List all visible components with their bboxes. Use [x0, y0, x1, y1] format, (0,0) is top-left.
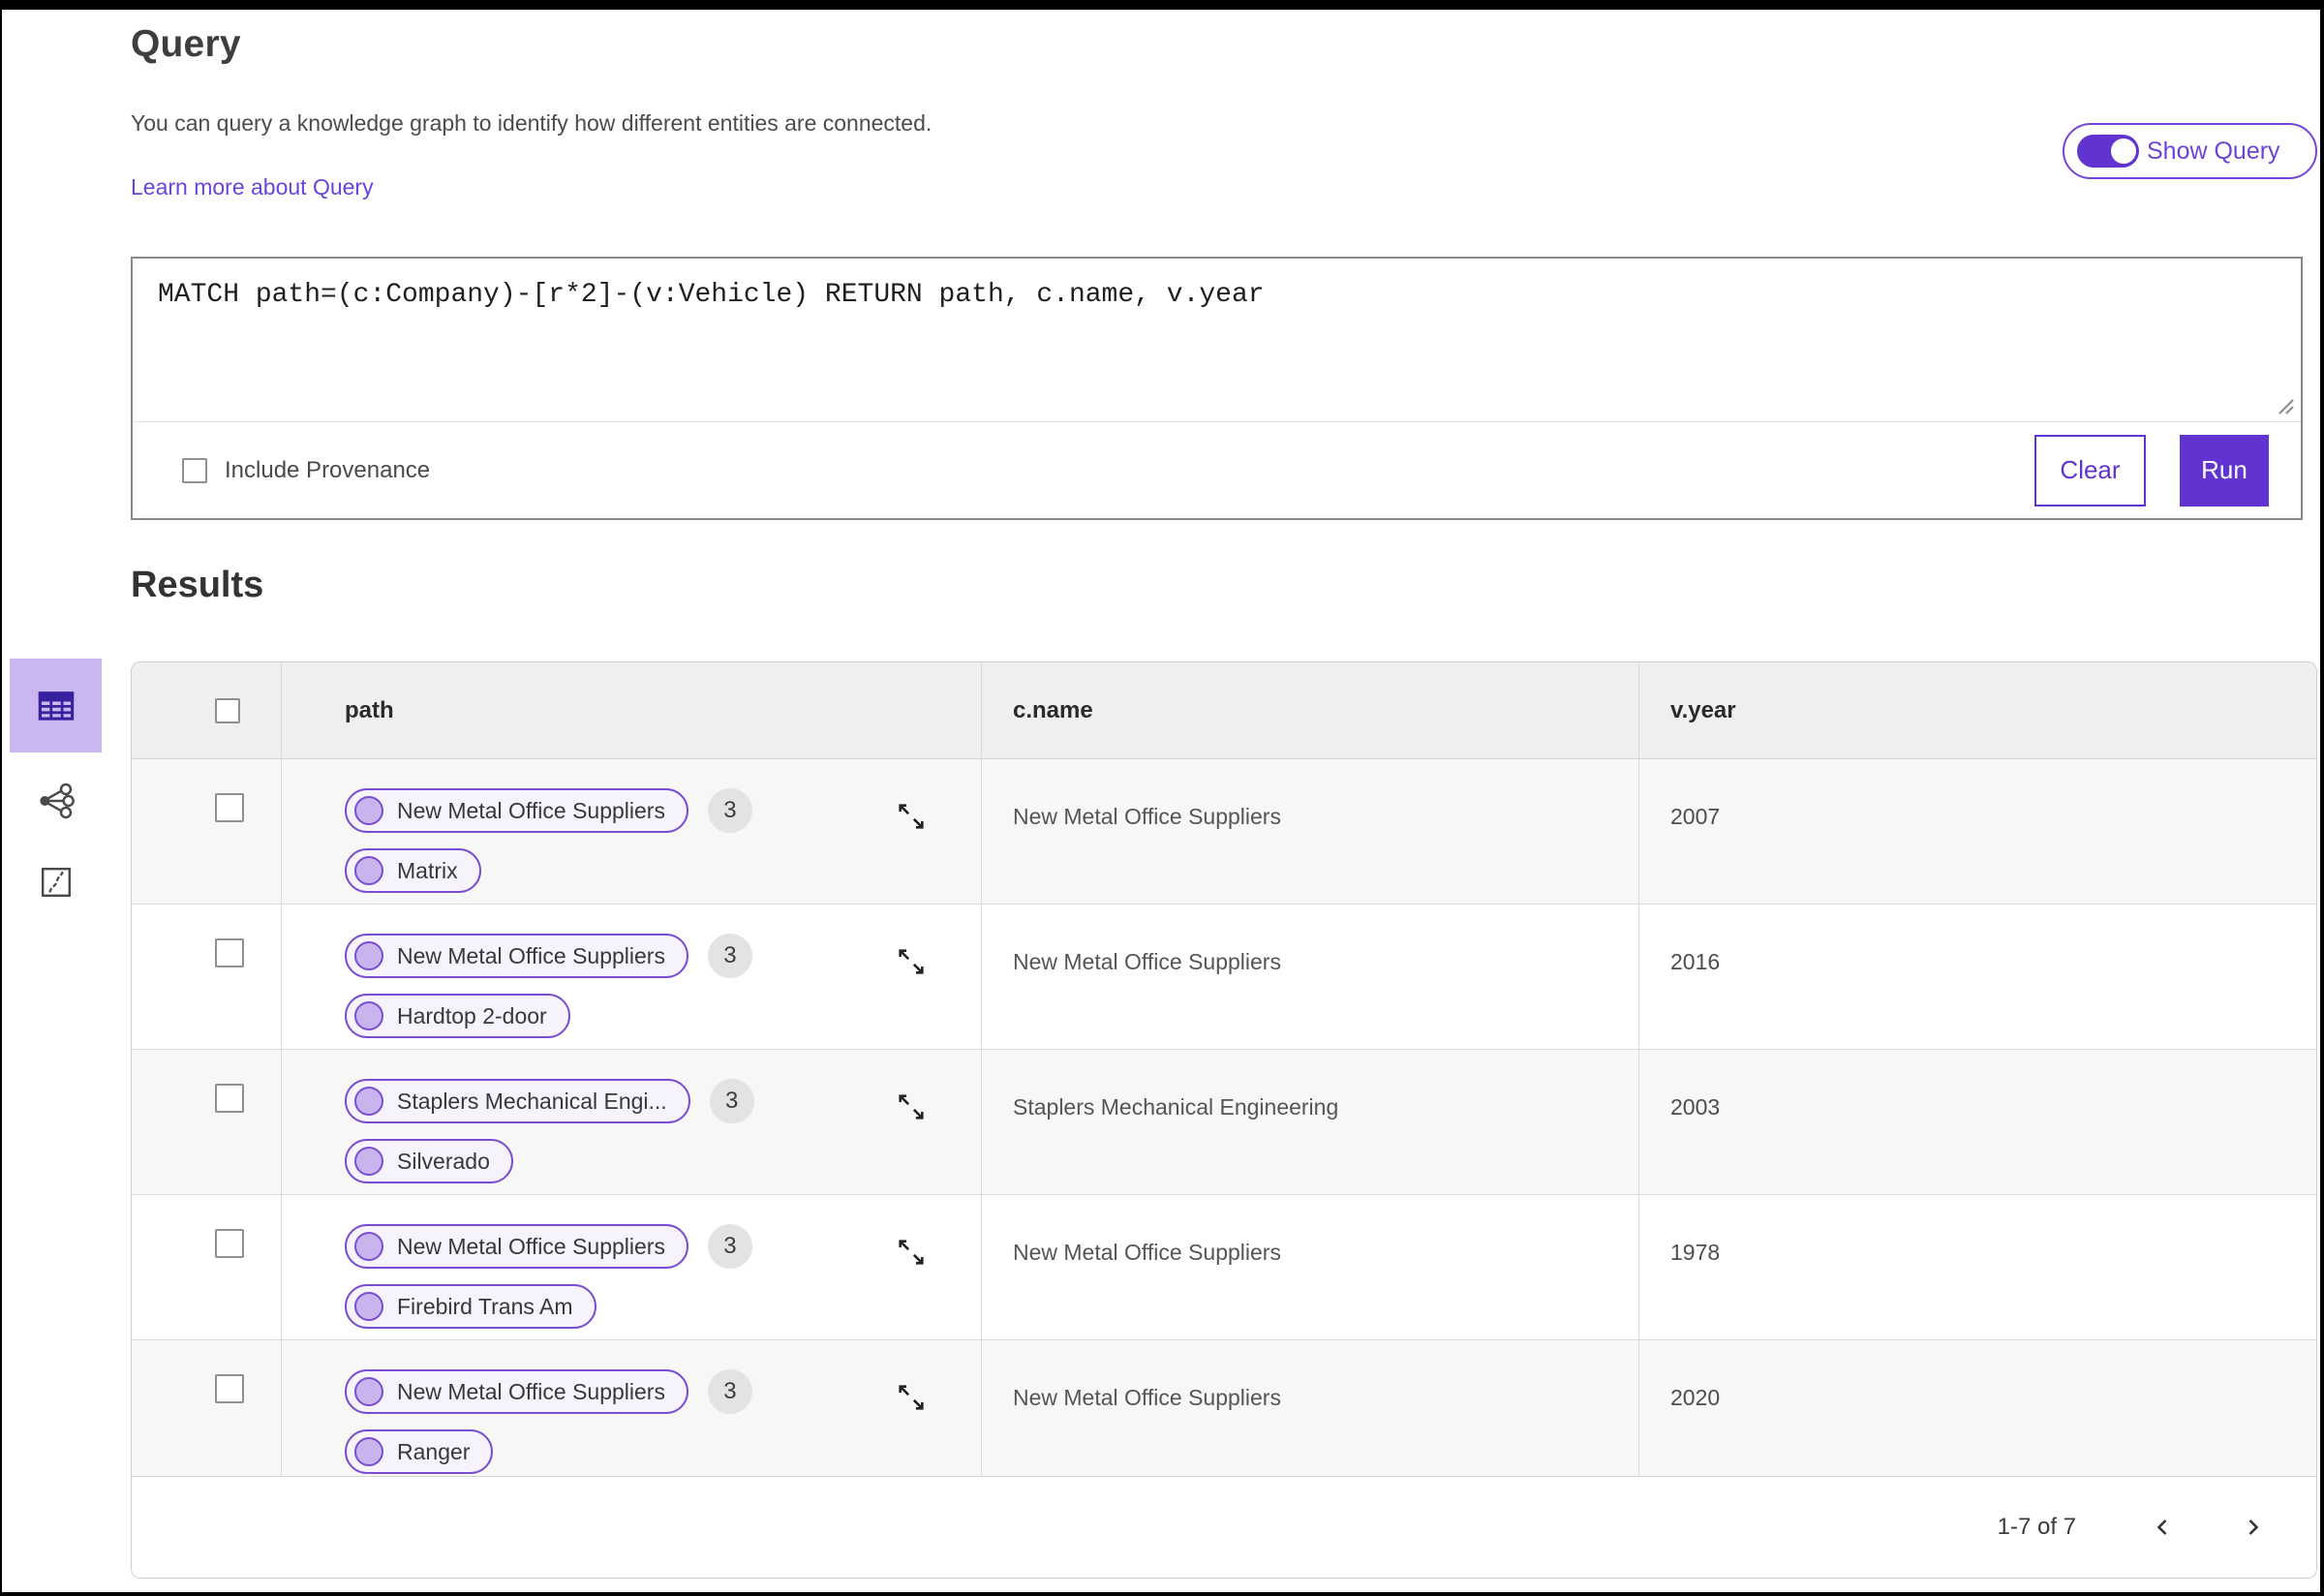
relationship-count-badge: 3: [707, 934, 752, 978]
path-node-label: New Metal Office Suppliers: [397, 942, 665, 968]
node-dot-icon: [354, 1437, 383, 1466]
table-row: New Metal Office Suppliers 3 Firebird Tr…: [132, 1195, 2316, 1340]
path-node-pill[interactable]: New Metal Office Suppliers: [345, 934, 688, 978]
toggle-on-icon[interactable]: [2077, 135, 2139, 168]
query-editor-footer: Include Provenance Clear Run: [133, 421, 2301, 518]
table-icon: [38, 691, 74, 721]
page-title: Query: [131, 23, 241, 65]
table-row: New Metal Office Suppliers 3 Hardtop 2-d…: [132, 905, 2316, 1050]
graph-icon: [39, 783, 75, 819]
path-node-pill[interactable]: Matrix: [345, 848, 481, 893]
graph-view-button[interactable]: [10, 778, 102, 824]
results-title: Results: [131, 565, 264, 605]
path-node-label: Silverado: [397, 1148, 490, 1174]
path-node-pill[interactable]: Firebird Trans Am: [345, 1284, 596, 1329]
path-node-label: New Metal Office Suppliers: [397, 1378, 665, 1404]
results-table: path c.name v.year New Metal Office Supp…: [131, 661, 2317, 1579]
expand-icon[interactable]: [895, 1236, 928, 1269]
vyear-cell: 2003: [1670, 1094, 1721, 1120]
resize-handle-icon[interactable]: [2270, 390, 2297, 417]
column-header-cname[interactable]: c.name: [982, 662, 1639, 758]
node-dot-icon: [354, 941, 383, 970]
include-provenance-label: Include Provenance: [225, 456, 431, 483]
chevron-left-icon: [2156, 1519, 2167, 1535]
table-body: New Metal Office Suppliers 3 Matrix New …: [132, 759, 2316, 1476]
path-node-pill[interactable]: New Metal Office Suppliers: [345, 1224, 688, 1269]
row-checkbox[interactable]: [215, 938, 244, 967]
path-node-label: Matrix: [397, 857, 458, 883]
sketch-view-button[interactable]: [10, 859, 102, 905]
node-dot-icon: [354, 1292, 383, 1321]
chevron-right-icon: [2248, 1519, 2259, 1535]
node-dot-icon: [354, 1232, 383, 1261]
row-checkbox[interactable]: [215, 793, 244, 822]
path-node-label: Hardtop 2-door: [397, 1002, 547, 1028]
page-description: You can query a knowledge graph to ident…: [131, 110, 933, 136]
previous-page-button[interactable]: [2146, 1510, 2181, 1545]
table-row: New Metal Office Suppliers 3 Ranger New …: [132, 1340, 2316, 1476]
include-provenance-option[interactable]: Include Provenance: [182, 457, 430, 484]
expand-icon[interactable]: [895, 1090, 928, 1123]
relationship-count-badge: 3: [709, 1079, 754, 1123]
path-node-label: Staplers Mechanical Engi...: [397, 1088, 667, 1114]
vyear-cell: 2007: [1670, 804, 1721, 829]
cname-cell: New Metal Office Suppliers: [982, 1195, 1639, 1339]
node-dot-icon: [354, 1087, 383, 1116]
cname-cell: New Metal Office Suppliers: [982, 759, 1639, 904]
table-row: Staplers Mechanical Engi... 3 Silverado …: [132, 1050, 2316, 1195]
next-page-button[interactable]: [2235, 1510, 2270, 1545]
node-dot-icon: [354, 856, 383, 885]
cname-cell: New Metal Office Suppliers: [982, 1340, 1639, 1476]
expand-icon[interactable]: [895, 1381, 928, 1414]
table-view-button[interactable]: [10, 659, 102, 752]
expand-icon[interactable]: [895, 800, 928, 833]
node-dot-icon: [354, 1377, 383, 1406]
node-dot-icon: [354, 1147, 383, 1176]
cname-cell: New Metal Office Suppliers: [982, 905, 1639, 1049]
table-header-row: path c.name v.year: [132, 662, 2316, 759]
path-node-pill[interactable]: New Metal Office Suppliers: [345, 788, 688, 833]
learn-more-link[interactable]: Learn more about Query: [131, 174, 374, 200]
path-node-label: Firebird Trans Am: [397, 1293, 573, 1319]
show-query-toggle[interactable]: Show Query: [2063, 123, 2317, 179]
column-header-path[interactable]: path: [282, 662, 982, 758]
relationship-count-badge: 3: [707, 1224, 752, 1269]
query-input[interactable]: MATCH path=(c:Company)-[r*2]-(v:Vehicle)…: [133, 259, 2301, 421]
table-footer: 1-7 of 7: [132, 1476, 2316, 1578]
relationship-count-badge: 3: [707, 1369, 752, 1414]
show-query-label: Show Query: [2147, 137, 2280, 165]
node-dot-icon: [354, 1001, 383, 1030]
path-node-pill[interactable]: Ranger: [345, 1429, 494, 1474]
row-checkbox[interactable]: [215, 1229, 244, 1258]
path-node-label: Ranger: [397, 1438, 471, 1464]
path-node-pill[interactable]: Staplers Mechanical Engi...: [345, 1079, 690, 1123]
row-checkbox[interactable]: [215, 1374, 244, 1403]
pagination-range: 1-7 of 7: [1997, 1514, 2076, 1540]
path-node-label: New Metal Office Suppliers: [397, 797, 665, 823]
table-row: New Metal Office Suppliers 3 Matrix New …: [132, 759, 2316, 905]
include-provenance-checkbox[interactable]: [182, 457, 207, 483]
toggle-knob: [2109, 137, 2138, 166]
select-all-checkbox[interactable]: [215, 697, 240, 723]
path-node-pill[interactable]: New Metal Office Suppliers: [345, 1369, 688, 1414]
path-node-label: New Metal Office Suppliers: [397, 1233, 665, 1259]
column-header-vyear[interactable]: v.year: [1639, 662, 2316, 758]
relationship-count-badge: 3: [707, 788, 752, 833]
sketch-icon: [41, 867, 71, 897]
results-view-switcher: [10, 659, 102, 905]
path-node-pill[interactable]: Silverado: [345, 1139, 513, 1183]
path-node-pill[interactable]: Hardtop 2-door: [345, 994, 570, 1038]
row-checkbox[interactable]: [215, 1084, 244, 1113]
run-button[interactable]: Run: [2180, 434, 2269, 506]
vyear-cell: 2020: [1670, 1385, 1721, 1410]
cname-cell: Staplers Mechanical Engineering: [982, 1050, 1639, 1194]
clear-button[interactable]: Clear: [2034, 434, 2146, 506]
query-editor-panel: MATCH path=(c:Company)-[r*2]-(v:Vehicle)…: [131, 257, 2303, 520]
expand-icon[interactable]: [895, 945, 928, 978]
vyear-cell: 2016: [1670, 949, 1721, 974]
node-dot-icon: [354, 796, 383, 825]
vyear-cell: 1978: [1670, 1240, 1721, 1265]
